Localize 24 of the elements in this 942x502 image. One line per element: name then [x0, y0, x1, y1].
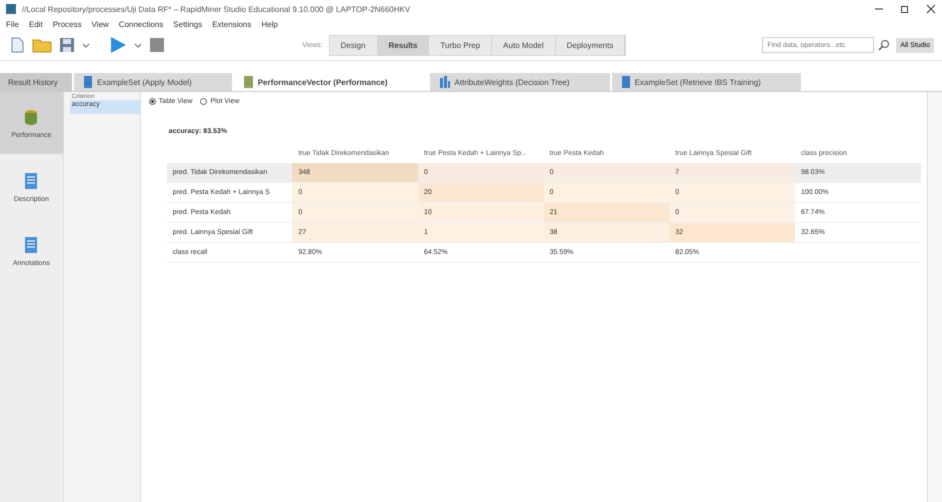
search-icon [878, 39, 890, 51]
menu-item[interactable]: Connections [118, 20, 164, 28]
bars-icon [440, 76, 450, 88]
restore-icon[interactable] [900, 4, 910, 14]
close-icon[interactable] [926, 4, 936, 14]
view-tab[interactable]: Results [378, 36, 430, 54]
menu-item[interactable]: Settings [173, 20, 202, 28]
app-icon [6, 4, 16, 14]
result-tab[interactable]: ExampleSet (Apply Model) [74, 73, 232, 91]
menu-item[interactable]: Extensions [212, 20, 252, 28]
result-tab[interactable]: ExampleSet (Retrieve IBS Training) [612, 73, 801, 91]
play-icon[interactable] [108, 36, 128, 54]
document-icon [24, 172, 38, 190]
menu-item[interactable]: Help [261, 20, 278, 28]
result-tab[interactable]: AttributeWeights (Decision Tree) [430, 73, 610, 91]
stop-icon[interactable] [148, 36, 166, 54]
menu-item[interactable]: Process [52, 20, 82, 28]
save-icon[interactable] [58, 36, 76, 54]
result-tab[interactable]: Result History [0, 73, 72, 91]
menu-item[interactable]: Edit [28, 20, 43, 28]
document-icon [24, 236, 38, 254]
menu-item[interactable]: File [6, 20, 19, 28]
window-title: //Local Repository/processes/Uji Data RF* – RapidMiner Studio Educational 9.10.000 @ LAPTOP-2N660HKV [22, 4, 410, 14]
menu-item[interactable]: View [92, 20, 109, 28]
